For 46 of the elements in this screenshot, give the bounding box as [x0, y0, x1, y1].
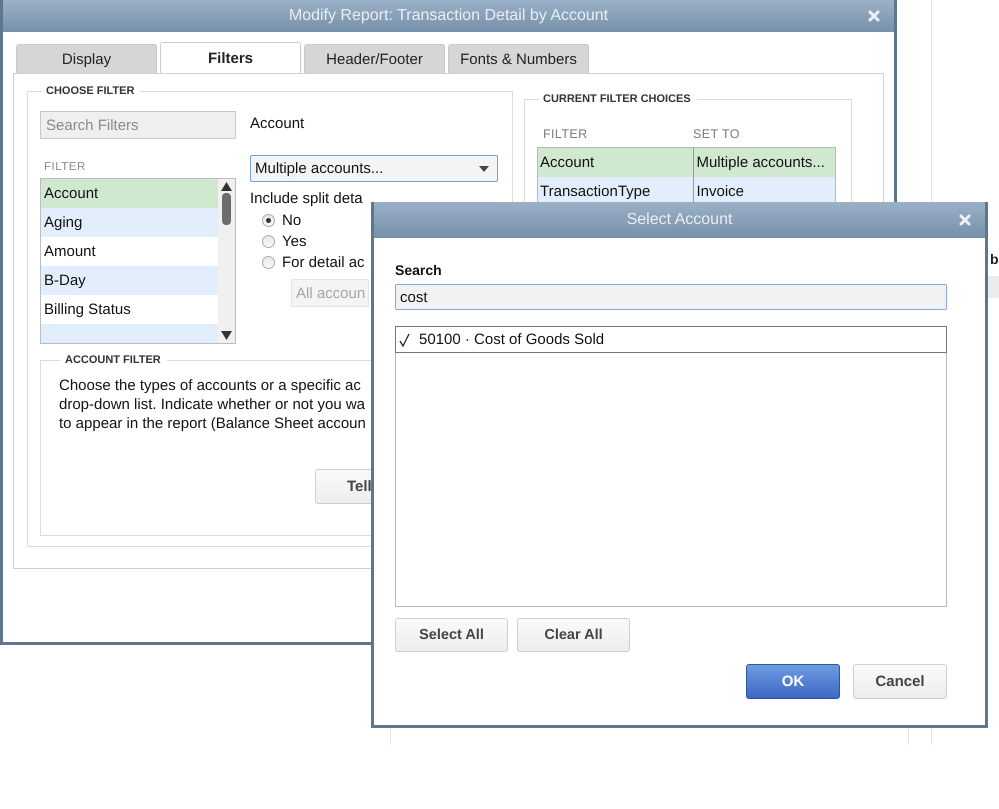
scrollbar[interactable] — [218, 179, 235, 343]
tab[interactable]: Filters — [160, 42, 301, 73]
search-field[interactable]: cost — [395, 284, 947, 310]
radio-label: Yes — [282, 233, 306, 250]
filter-list-item[interactable]: B-Day — [41, 266, 218, 295]
radio-button[interactable] — [262, 235, 275, 248]
tab[interactable]: Fonts & Numbers — [448, 44, 589, 73]
column-header: FILTER — [44, 161, 87, 173]
radio-button[interactable] — [262, 214, 275, 227]
radio-label: For detail ac — [282, 254, 365, 271]
radio-button[interactable] — [262, 256, 275, 269]
tab[interactable]: Display — [16, 44, 157, 73]
column-header: SET TO — [693, 127, 740, 141]
column-header: FILTER — [543, 127, 589, 141]
group-heading: ACCOUNT FILTER — [64, 354, 162, 366]
group-heading: CHOOSE FILTER — [45, 85, 136, 97]
dialog-title: Select Account — [626, 211, 732, 229]
window-title: Modify Report: Transaction Detail by Account — [288, 7, 608, 25]
close-icon[interactable] — [959, 214, 971, 226]
caret-icon — [479, 166, 489, 172]
clear-all-button[interactable]: Clear All — [517, 618, 630, 652]
table-cell-text: TransactionType — [539, 182, 652, 202]
select-all-button[interactable]: Select All — [395, 618, 508, 652]
table-cell-text: Account — [539, 153, 596, 173]
radio-label: No — [282, 212, 302, 229]
filter-description: Choose the types of accounts or a specific ac drop-down list. Indicate whether or not you wa to appear in the report (Balance Sheet accoun — [59, 376, 367, 433]
account-dropdown[interactable]: Multiple accounts... — [250, 155, 498, 182]
filter-choice-row[interactable]: Account Multiple accounts... — [538, 148, 835, 177]
filter-list-item[interactable]: Aging — [41, 208, 218, 237]
split-detail-label: Include split deta — [250, 190, 364, 207]
account-list-item[interactable]: 50100 · Cost of Goods Sold — [395, 326, 947, 353]
filter-list-item[interactable]: Account — [41, 179, 218, 208]
search-label: Search — [395, 262, 443, 278]
cancel-button[interactable]: Cancel — [853, 664, 947, 699]
scroll-up-icon[interactable] — [221, 182, 232, 191]
detail-accounts-field: All accoun — [291, 279, 369, 307]
filter-label: Account — [250, 115, 306, 132]
ok-button[interactable]: OK — [746, 664, 840, 699]
close-icon[interactable] — [868, 10, 880, 22]
tab[interactable]: Header/Footer — [304, 44, 445, 73]
filter-list[interactable]: Account Aging Amount B-Day Billing Status — [40, 178, 236, 344]
scroll-down-icon[interactable] — [221, 331, 232, 340]
group-heading: CURRENT FILTER CHOICES — [542, 93, 692, 105]
account-list[interactable]: 50100 · Cost of Goods Sold — [395, 326, 947, 607]
report-column-header: b — [990, 251, 999, 267]
scroll-thumb[interactable] — [222, 193, 231, 225]
